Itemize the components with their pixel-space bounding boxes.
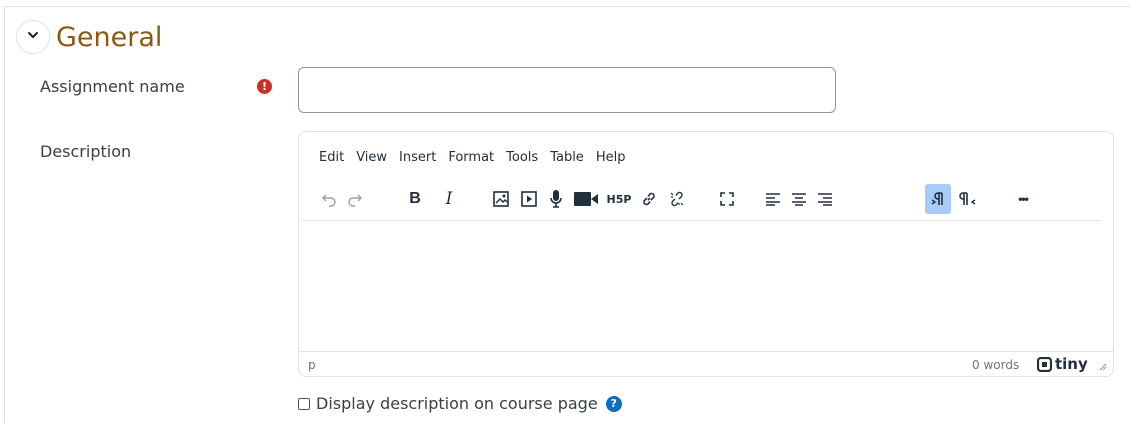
redo-icon[interactable] bbox=[343, 184, 367, 214]
section-top-border bbox=[4, 6, 1130, 7]
word-count[interactable]: 0 words bbox=[972, 358, 1019, 372]
element-path[interactable]: p bbox=[308, 358, 316, 372]
menu-insert[interactable]: Insert bbox=[399, 150, 436, 165]
editor-content-area[interactable] bbox=[300, 224, 1112, 351]
display-description-row: Display description on course page ? bbox=[298, 394, 622, 413]
question-circle-icon[interactable]: ? bbox=[605, 395, 622, 412]
italic-icon[interactable]: I bbox=[437, 184, 461, 214]
link-icon[interactable] bbox=[637, 184, 661, 214]
display-description-label[interactable]: Display description on course page bbox=[316, 394, 598, 413]
exclamation-circle-icon: ! bbox=[257, 79, 272, 94]
tiny-logo-icon bbox=[1037, 356, 1052, 372]
tiny-brand-text: tiny bbox=[1055, 355, 1088, 373]
editor-toolbar: B I H5P ••• bbox=[317, 184, 1107, 214]
description-editor: Edit View Insert Format Tools Table Help… bbox=[298, 131, 1114, 377]
h5p-icon[interactable]: H5P bbox=[605, 184, 633, 214]
section-left-border bbox=[4, 6, 5, 423]
display-description-checkbox[interactable] bbox=[298, 397, 310, 410]
media-icon[interactable] bbox=[517, 184, 541, 214]
rtl-icon[interactable] bbox=[955, 184, 981, 214]
description-label: Description bbox=[40, 142, 132, 161]
menu-view[interactable]: View bbox=[356, 150, 387, 165]
fullscreen-icon[interactable] bbox=[715, 184, 739, 214]
section-collapse-button[interactable] bbox=[16, 20, 50, 54]
assignment-name-input[interactable] bbox=[298, 67, 836, 113]
menu-table[interactable]: Table bbox=[550, 150, 584, 165]
assignment-name-label: Assignment name bbox=[40, 77, 185, 96]
bold-icon[interactable]: B bbox=[403, 184, 427, 214]
unlink-icon[interactable] bbox=[665, 184, 689, 214]
more-icon[interactable]: ••• bbox=[1009, 184, 1037, 214]
menu-help[interactable]: Help bbox=[596, 150, 626, 165]
record-audio-icon[interactable] bbox=[545, 184, 567, 214]
align-left-icon[interactable] bbox=[761, 184, 785, 214]
menu-format[interactable]: Format bbox=[448, 150, 494, 165]
editor-menubar: Edit View Insert Format Tools Table Help bbox=[319, 150, 637, 165]
record-video-icon[interactable] bbox=[571, 184, 601, 214]
undo-icon[interactable] bbox=[317, 184, 341, 214]
menu-tools[interactable]: Tools bbox=[506, 150, 538, 165]
section-title[interactable]: General bbox=[56, 22, 162, 53]
chevron-down-icon bbox=[26, 28, 40, 47]
resize-handle-icon[interactable] bbox=[1097, 360, 1107, 374]
image-icon[interactable] bbox=[489, 184, 513, 214]
editor-statusbar: p 0 words tiny bbox=[299, 351, 1113, 376]
menu-edit[interactable]: Edit bbox=[319, 150, 344, 165]
align-center-icon[interactable] bbox=[787, 184, 811, 214]
ltr-icon[interactable] bbox=[925, 184, 951, 214]
align-right-icon[interactable] bbox=[813, 184, 837, 214]
toolbar-divider bbox=[301, 220, 1101, 221]
tiny-logo[interactable]: tiny bbox=[1037, 355, 1088, 373]
